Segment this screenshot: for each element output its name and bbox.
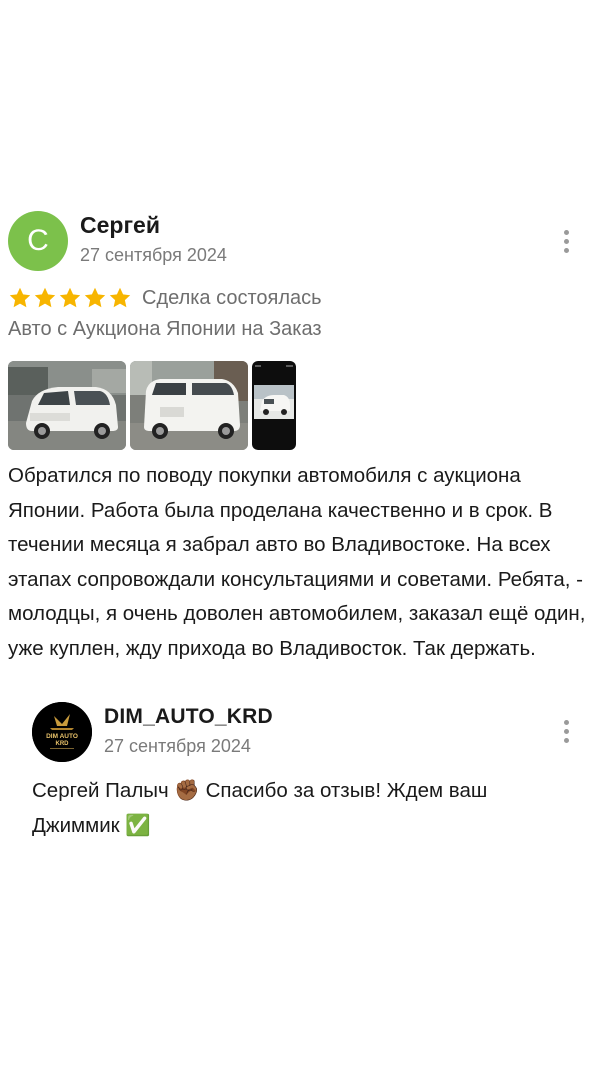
author-avatar[interactable]: С (8, 211, 68, 271)
star-icon (84, 287, 106, 308)
logo-text-line1: DIM AUTO (46, 733, 78, 740)
review-text: Обратился по поводу покупки автомобиля с… (8, 464, 586, 660)
review-more-options-icon[interactable] (554, 224, 578, 258)
rating-row: Сделка состоялась (8, 283, 322, 313)
company-name[interactable]: DIM_AUTO_KRD (104, 705, 273, 729)
white-minivan-front-photo[interactable] (8, 361, 126, 450)
star-icon (9, 287, 31, 308)
review-card: С Сергей 27 сентября 2024 Сделка состоял… (0, 0, 600, 1067)
reply-date: 27 сентября 2024 (104, 736, 251, 756)
author-name[interactable]: Сергей (80, 212, 160, 239)
star-icon (109, 287, 131, 308)
deal-status: Сделка состоялась (142, 286, 322, 309)
reply-more-options-icon[interactable] (554, 714, 578, 748)
star-icon (34, 287, 56, 308)
white-minivan-rear-photo[interactable] (130, 361, 248, 450)
review-category: Авто с Аукциона Японии на Заказ (8, 318, 322, 340)
review-date: 27 сентября 2024 (80, 245, 227, 265)
star-icon (59, 287, 81, 308)
logo-text-line2: KRD (56, 741, 70, 747)
reply-text: Сергей Палыч ✊🏾 Спасибо за отзыв! Ждем в… (32, 779, 488, 837)
company-logo[interactable]: DIM AUTO KRD (32, 702, 92, 762)
star-rating (8, 286, 132, 310)
review-photos (8, 361, 296, 450)
phone-screenshot-car-photo[interactable] (252, 361, 296, 450)
author-initial: С (27, 224, 49, 257)
